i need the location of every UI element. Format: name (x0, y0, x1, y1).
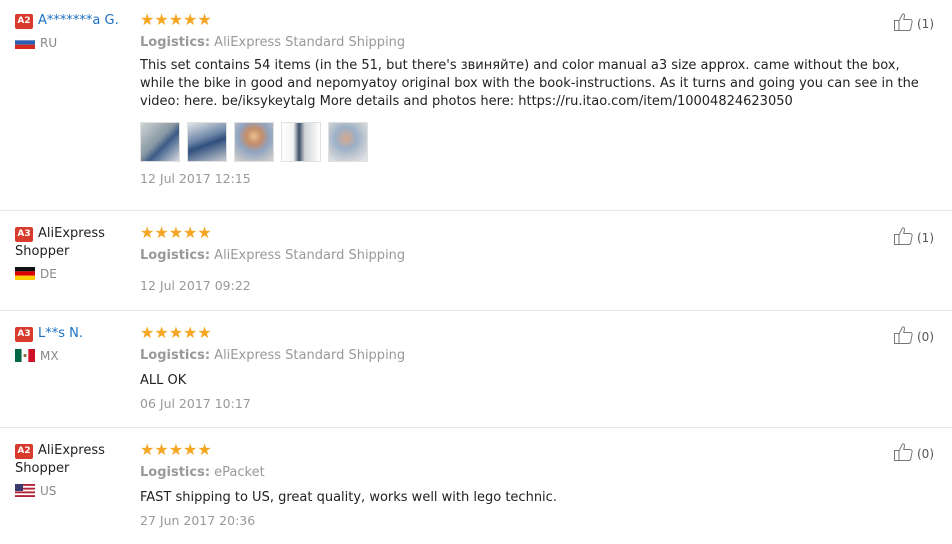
helpful-vote[interactable]: (1) (893, 226, 934, 248)
buyer-level-badge: A3 (15, 327, 33, 342)
reviewer-country: DE (15, 267, 133, 281)
flag-de-icon (15, 267, 35, 280)
reviewer-info: A3 L**s N. MX (15, 325, 133, 363)
review-content: ★★★★★ Logistics: AliExpress Standard Shi… (140, 224, 930, 294)
review-item: A3 AliExpress Shopper DE ★★★★★ Logistics:… (0, 211, 952, 311)
helpful-count: (0) (917, 330, 934, 344)
helpful-count: (1) (917, 231, 934, 245)
reviewer-info: A2 A*******a G. RU (15, 12, 133, 50)
review-text: FAST shipping to US, great quality, work… (140, 490, 557, 505)
buyer-level-badge: A2 (15, 444, 33, 459)
review-photo[interactable] (328, 122, 368, 162)
helpful-vote[interactable]: (0) (893, 442, 934, 464)
review-content: ★★★★★ Logistics: ePacket FAST shipping t… (140, 441, 930, 529)
logistics-info: Logistics: AliExpress Standard Shipping (140, 248, 406, 263)
thumbs-up-icon[interactable] (893, 12, 915, 32)
logistics-info: Logistics: AliExpress Standard Shipping (140, 348, 406, 363)
review-photo[interactable] (234, 122, 274, 162)
logistics-info: Logistics: AliExpress Standard Shipping (140, 35, 406, 50)
helpful-count: (0) (917, 447, 934, 461)
logistics-info: Logistics: ePacket (140, 465, 265, 480)
review-text: This set contains 54 items (in the 51, b… (140, 58, 919, 109)
review-item: A2 AliExpress Shopper US ★★★★★ Logistics:… (0, 428, 952, 544)
helpful-count: (1) (917, 17, 934, 31)
star-rating: ★★★★★ (140, 440, 212, 459)
helpful-vote[interactable]: (0) (893, 325, 934, 347)
reviewer-country: MX (15, 349, 133, 363)
reviews-list: A2 A*******a G. RU ★★★★★ Logistics: AliEx… (0, 0, 952, 544)
review-content: ★★★★★ Logistics: AliExpress Standard Shi… (140, 11, 930, 187)
review-photo[interactable] (187, 122, 227, 162)
buyer-level-badge: A2 (15, 14, 33, 29)
flag-mx-icon (15, 349, 35, 362)
review-photos (140, 122, 930, 164)
review-date: 06 Jul 2017 10:17 (140, 396, 251, 411)
review-text: ALL OK (140, 373, 187, 388)
review-item: A3 L**s N. MX ★★★★★ Logistics: AliExpress… (0, 311, 952, 428)
review-date: 12 Jul 2017 09:22 (140, 278, 251, 293)
review-photo[interactable] (281, 122, 321, 162)
reviewer-name-link[interactable]: L**s N. (38, 326, 83, 341)
review-item: A2 A*******a G. RU ★★★★★ Logistics: AliEx… (0, 0, 952, 211)
flag-ru-icon (15, 36, 35, 49)
reviewer-country: US (15, 484, 133, 498)
review-photo[interactable] (140, 122, 180, 162)
star-rating: ★★★★★ (140, 323, 212, 342)
review-content: ★★★★★ Logistics: AliExpress Standard Shi… (140, 324, 930, 412)
buyer-level-badge: A3 (15, 227, 33, 242)
flag-us-icon (15, 484, 35, 497)
star-rating: ★★★★★ (140, 223, 212, 242)
star-rating: ★★★★★ (140, 10, 212, 29)
reviewer-info: A2 AliExpress Shopper US (15, 442, 133, 498)
review-date: 27 Jun 2017 20:36 (140, 513, 256, 528)
thumbs-up-icon[interactable] (893, 226, 915, 246)
review-date: 12 Jul 2017 12:15 (140, 171, 251, 186)
thumbs-up-icon[interactable] (893, 325, 915, 345)
thumbs-up-icon[interactable] (893, 442, 915, 462)
reviewer-country: RU (15, 36, 133, 50)
reviewer-info: A3 AliExpress Shopper DE (15, 225, 133, 281)
reviewer-name-link[interactable]: A*******a G. (38, 13, 119, 28)
helpful-vote[interactable]: (1) (893, 12, 934, 34)
